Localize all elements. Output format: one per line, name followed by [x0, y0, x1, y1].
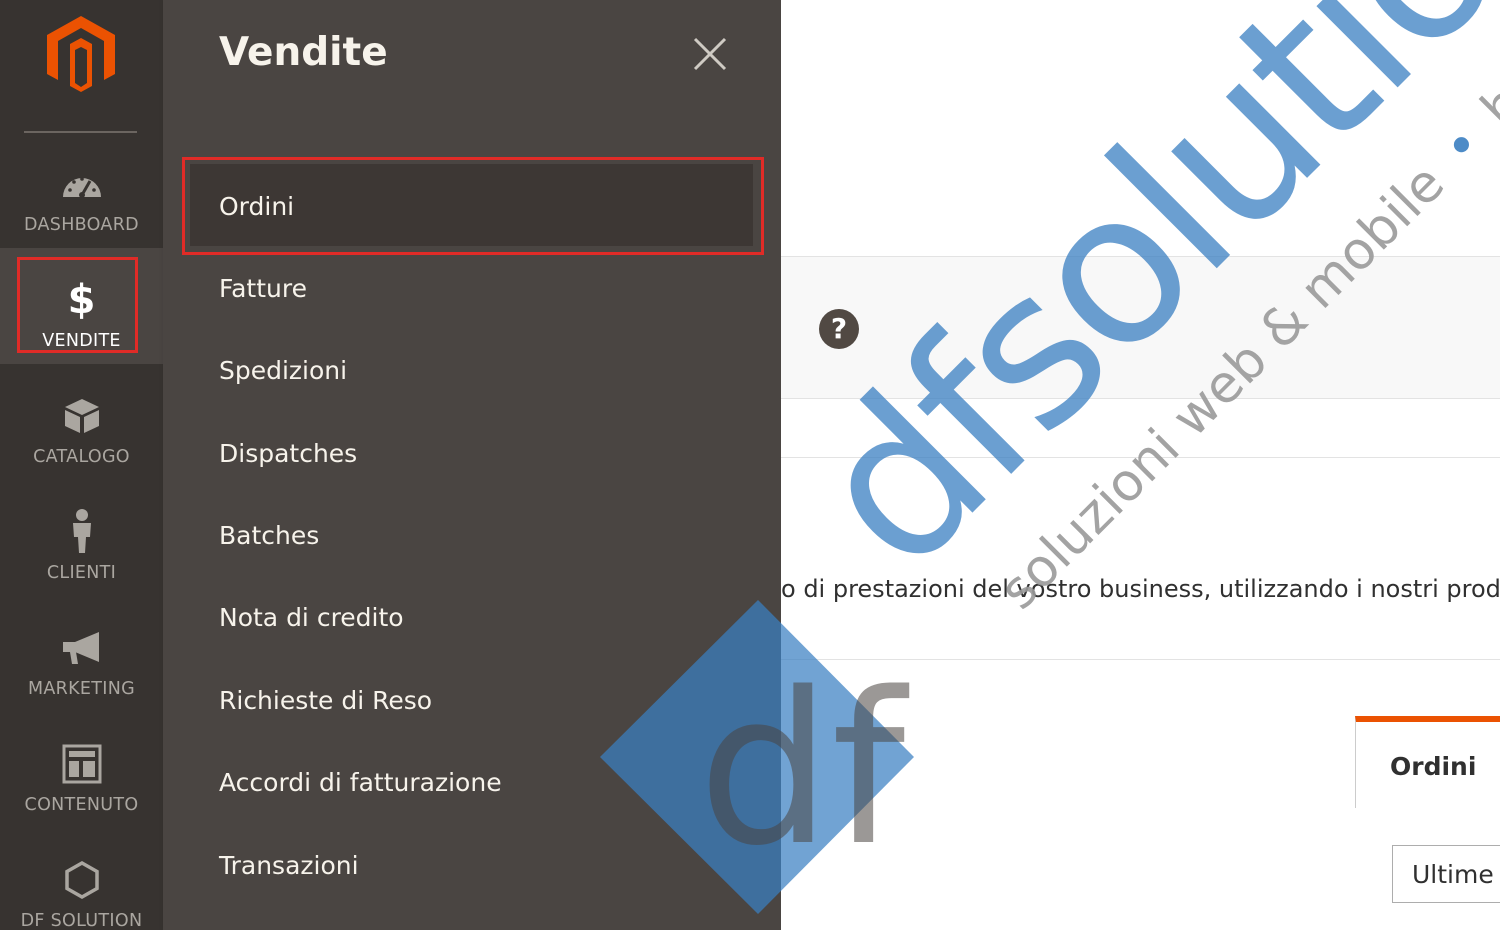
- submenu-item-accordi-di-fatturazione[interactable]: Accordi di fatturazione: [190, 740, 753, 822]
- vendite-highlight-frame: [17, 257, 138, 353]
- ordini-highlight-frame: [182, 157, 764, 255]
- admin-sidebar: DASHBOARD $ VENDITE CATALOGO CLIENTI MAR…: [0, 0, 163, 930]
- menu-item-label: CONTENUTO: [24, 795, 139, 815]
- hexagon-icon: [60, 858, 104, 902]
- period-select-value: Ultime: [1412, 860, 1494, 889]
- menu-item-label: CLIENTI: [46, 563, 117, 583]
- dashboard-message: o di prestazioni del vostro business, ut…: [781, 575, 1500, 603]
- submenu-item-transazioni[interactable]: Transazioni: [190, 823, 753, 905]
- submenu-item-label: Fatture: [219, 274, 307, 303]
- submenu-item-richieste-di-reso[interactable]: Richieste di Reso: [190, 658, 753, 740]
- menu-item-catalogo[interactable]: CATALOGO: [0, 364, 163, 480]
- submenu-item-nota-di-credito[interactable]: Nota di credito: [190, 575, 753, 657]
- submenu-item-label: Nota di credito: [219, 603, 404, 632]
- menu-item-clienti[interactable]: CLIENTI: [0, 480, 163, 596]
- person-icon: [60, 509, 104, 554]
- tab-label: Ordini: [1390, 752, 1477, 781]
- menu-item-marketing[interactable]: MARKETING: [0, 596, 163, 712]
- megaphone-icon: [60, 626, 104, 670]
- period-select[interactable]: Ultime: [1392, 845, 1500, 903]
- divider: [781, 659, 1500, 660]
- menu-item-label: DASHBOARD: [24, 215, 139, 235]
- menu-item-label: DF SOLUTION: [20, 911, 143, 930]
- submenu-item-label: Accordi di fatturazione: [219, 768, 502, 797]
- menu-item-label: CATALOGO: [33, 447, 130, 467]
- menu-item-label: MARKETING: [28, 679, 135, 699]
- menu-item-df-solution[interactable]: DF SOLUTION: [0, 828, 163, 930]
- vendite-submenu: Vendite Ordini Fatture Spedizioni Dispat…: [163, 0, 781, 930]
- submenu-item-fatture[interactable]: Fatture: [190, 246, 753, 328]
- layout-icon: [60, 742, 104, 786]
- dashboard-content: ? o di prestazioni del vostro business, …: [781, 0, 1500, 930]
- box-icon: [60, 394, 104, 438]
- menu-item-contenuto[interactable]: CONTENUTO: [0, 712, 163, 828]
- submenu-item-label: Transazioni: [219, 851, 359, 880]
- submenu-item-batches[interactable]: Batches: [190, 493, 753, 575]
- tab-ordini[interactable]: Ordini: [1355, 716, 1500, 808]
- close-icon[interactable]: [691, 35, 729, 73]
- submenu-item-dispatches[interactable]: Dispatches: [190, 411, 753, 493]
- submenu-title: Vendite: [219, 30, 388, 75]
- submenu-item-spedizioni[interactable]: Spedizioni: [190, 328, 753, 410]
- menu-item-dashboard[interactable]: DASHBOARD: [0, 132, 163, 248]
- submenu-item-label: Spedizioni: [219, 356, 348, 385]
- submenu-item-label: Richieste di Reso: [219, 686, 433, 715]
- divider: [781, 457, 1500, 458]
- submenu-item-label: Dispatches: [219, 439, 358, 468]
- speedometer-icon: [60, 162, 104, 206]
- help-button[interactable]: ?: [819, 309, 859, 349]
- page-actions-bar: ?: [781, 256, 1500, 399]
- submenu-item-label: Batches: [219, 521, 320, 550]
- magento-logo-icon[interactable]: [44, 14, 118, 94]
